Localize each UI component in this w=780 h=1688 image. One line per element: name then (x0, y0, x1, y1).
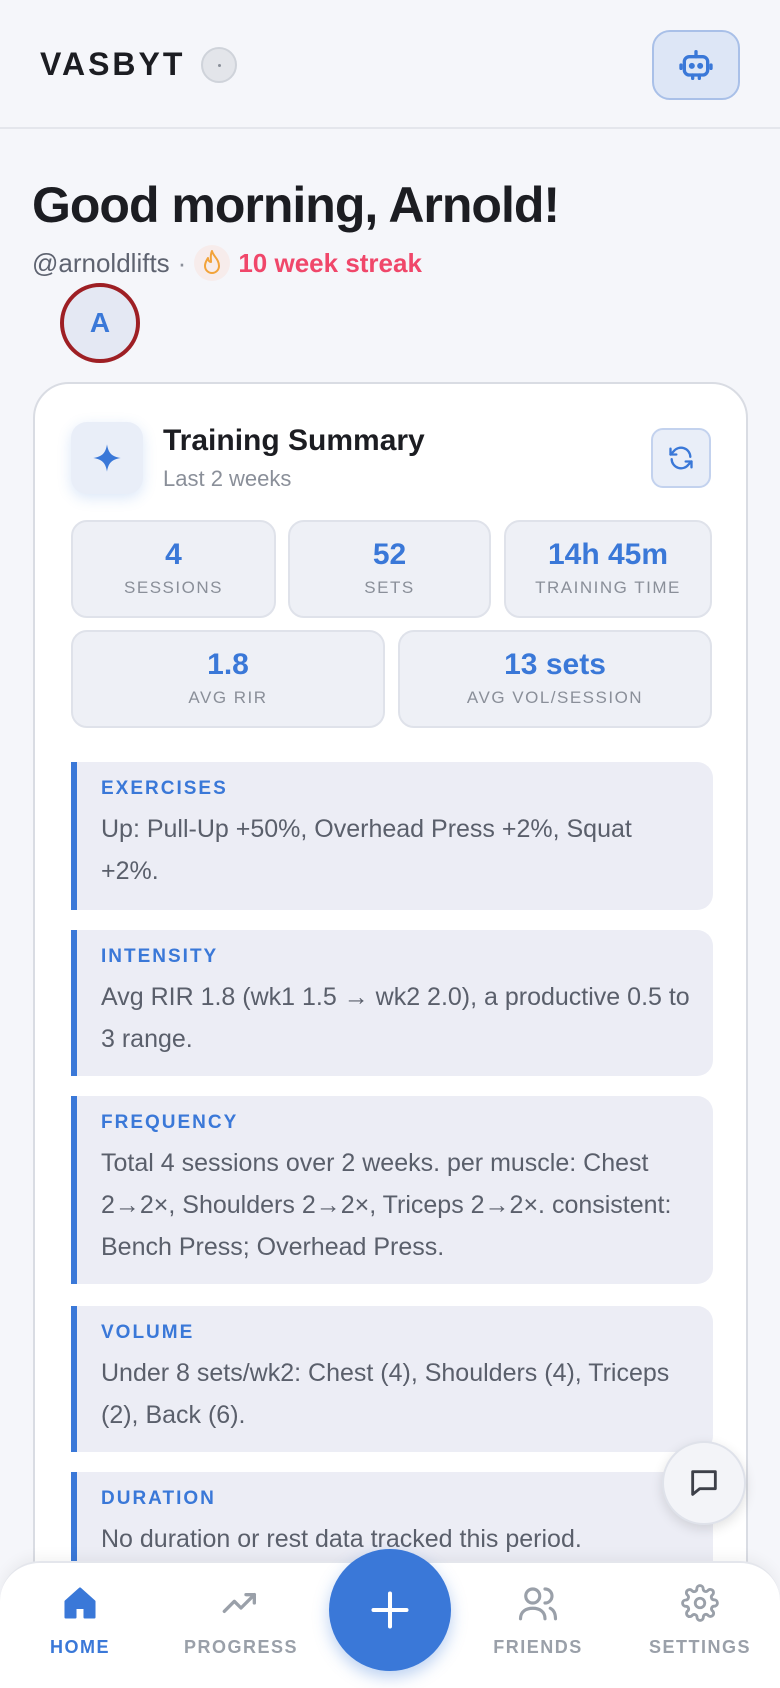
nav-settings[interactable]: SETTINGS (620, 1581, 780, 1658)
insight-text: Up: Pull-Up +50%, Overhead Press +2%, Sq… (101, 815, 632, 885)
sparkle-icon (71, 422, 143, 494)
user-handle[interactable]: @arnoldlifts (32, 248, 170, 279)
trending-up-icon (222, 1593, 256, 1613)
chat-bubble-icon (691, 1470, 717, 1496)
nav-progress[interactable]: PROGRESS (161, 1581, 321, 1658)
stat-training-time: 14h 45m TRAINING TIME (504, 520, 712, 618)
home-icon (64, 1587, 96, 1619)
insight-frequency: FREQUENCY Total 4 sessions over 2 weeks.… (71, 1096, 713, 1284)
stat-value: 52 (372, 538, 407, 571)
nav-friends[interactable]: FRIENDS (458, 1581, 618, 1658)
users-icon (518, 1587, 558, 1621)
robot-icon (679, 50, 713, 81)
nav-label: PROGRESS (183, 1637, 299, 1657)
stat-avg-volume: 13 sets AVG VOL/SESSION (398, 630, 712, 728)
stat-label: SESSIONS (124, 578, 223, 597)
card-title: Training Summary (163, 424, 425, 457)
stat-label: AVG VOL/SESSION (466, 688, 644, 707)
stat-label: SETS (364, 578, 415, 597)
refresh-button[interactable] (651, 428, 711, 488)
stat-sessions: 4 SESSIONS (71, 520, 276, 618)
insight-text: Under 8 sets/wk2: Chest (4), Shoulders (… (101, 1359, 670, 1429)
nav-home[interactable]: HOME (0, 1581, 160, 1658)
stat-label: AVG RIR (188, 688, 268, 707)
stat-value: 14h 45m (547, 538, 669, 571)
brand-logo: VASBYT (40, 46, 186, 82)
greeting-subline: @arnoldlifts · 10 week streak (32, 245, 422, 281)
streak-badge: 10 week streak (238, 247, 422, 278)
plus-icon (371, 1591, 409, 1629)
stat-label: TRAINING TIME (535, 578, 681, 597)
refresh-icon (669, 446, 693, 470)
stat-value: 13 sets (504, 648, 606, 681)
nav-label: FRIENDS (493, 1637, 583, 1657)
separator: · (177, 247, 187, 278)
nav-label: HOME (50, 1637, 110, 1657)
flame-icon (194, 245, 231, 281)
home-screen: VASBYT Good morning, Arnold! @arnoldlift… (0, 0, 780, 1688)
avatar[interactable]: A (60, 283, 140, 363)
top-bar: VASBYT (0, 0, 780, 129)
stat-avg-rir: 1.8 AVG RIR (71, 630, 385, 728)
stat-value: 1.8 (207, 648, 249, 681)
insight-text: Avg RIR 1.8 (wk1 1.5 → wk2 2.0), a produ… (101, 983, 690, 1053)
stat-value: 4 (165, 538, 182, 571)
gear-icon (681, 1584, 719, 1622)
insight-exercises: EXERCISES Up: Pull-Up +50%, Overhead Pre… (71, 762, 713, 910)
training-summary-card: Training Summary Last 2 weeks 4 SESSIONS… (33, 382, 748, 1688)
card-subtitle: Last 2 weeks (163, 466, 292, 491)
insight-text: Total 4 sessions over 2 weeks. per muscl… (101, 1149, 672, 1261)
insight-label: EXERCISES (101, 778, 228, 799)
chat-button[interactable] (662, 1441, 746, 1525)
insight-label: FREQUENCY (101, 1112, 239, 1133)
insight-label: INTENSITY (101, 946, 219, 967)
status-dot-icon (201, 47, 237, 83)
stat-sets: 52 SETS (288, 520, 491, 618)
insight-intensity: INTENSITY Avg RIR 1.8 (wk1 1.5 → wk2 2.0… (71, 930, 713, 1076)
assistant-button[interactable] (652, 30, 740, 100)
greeting-title: Good morning, Arnold! (32, 177, 560, 233)
add-workout-button[interactable] (329, 1549, 451, 1671)
insight-label: DURATION (101, 1488, 216, 1509)
nav-label: SETTINGS (648, 1637, 751, 1657)
insight-label: VOLUME (101, 1322, 195, 1343)
insight-volume: VOLUME Under 8 sets/wk2: Chest (4), Shou… (71, 1306, 713, 1452)
